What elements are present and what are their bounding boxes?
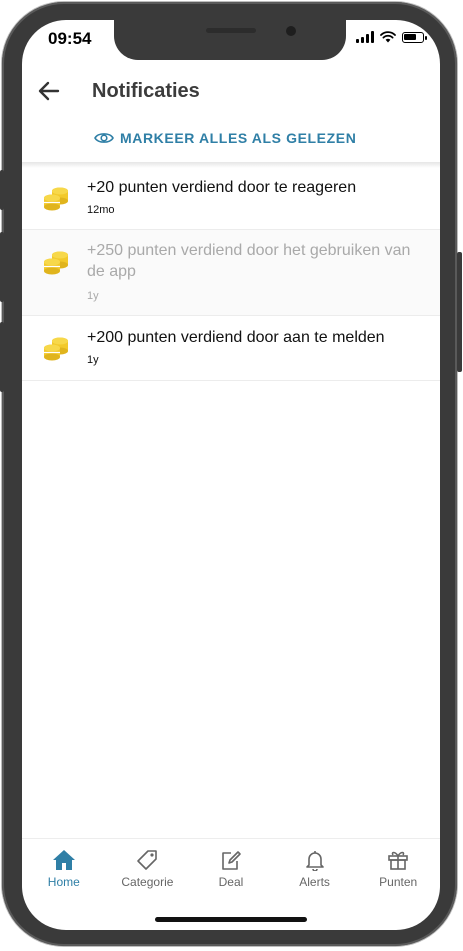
bottom-nav: Home Categorie Deal Alerts Punten bbox=[22, 838, 440, 899]
mark-all-read-label: MARKEER ALLES ALS GELEZEN bbox=[120, 130, 357, 146]
front-camera bbox=[286, 26, 296, 36]
back-button[interactable] bbox=[36, 78, 62, 104]
notch bbox=[114, 20, 346, 60]
power-button bbox=[457, 252, 462, 372]
coins-icon bbox=[44, 337, 68, 361]
notification-time: 1y bbox=[87, 290, 99, 302]
notification-list: +20 punten verdiend door te reageren 12m… bbox=[22, 166, 440, 381]
signal-icon bbox=[356, 31, 374, 43]
nav-item-home[interactable]: Home bbox=[22, 839, 106, 899]
battery-icon bbox=[402, 31, 427, 43]
nav-item-deal[interactable]: Deal bbox=[189, 839, 273, 899]
app-header: Notificaties bbox=[22, 72, 440, 112]
nav-item-punten[interactable]: Punten bbox=[356, 839, 440, 899]
nav-label-alerts: Alerts bbox=[299, 875, 330, 889]
volume-down-button bbox=[0, 322, 4, 392]
speaker bbox=[206, 28, 256, 33]
notification-time: 12mo bbox=[87, 204, 115, 216]
home-indicator[interactable] bbox=[155, 917, 307, 922]
status-time: 09:54 bbox=[48, 29, 92, 48]
notification-item[interactable]: +20 punten verdiend door te reageren 12m… bbox=[22, 166, 440, 230]
nav-item-categorie[interactable]: Categorie bbox=[106, 839, 190, 899]
nav-label-punten: Punten bbox=[379, 875, 418, 889]
nav-label-deal: Deal bbox=[218, 875, 244, 889]
edit-icon bbox=[222, 851, 241, 870]
coins-icon bbox=[44, 187, 68, 211]
volume-up-button bbox=[0, 232, 4, 302]
home-icon bbox=[52, 850, 75, 870]
page-title: Notificaties bbox=[92, 80, 200, 102]
mark-all-read-button[interactable]: MARKEER ALLES ALS GELEZEN bbox=[94, 130, 356, 146]
wifi-icon bbox=[380, 31, 396, 43]
status-icons bbox=[356, 31, 427, 43]
notification-time: 1y bbox=[87, 354, 99, 366]
notification-item[interactable]: +200 punten verdiend door aan te melden … bbox=[22, 316, 440, 381]
notification-item[interactable]: +250 punten verdiend door het gebruiken … bbox=[22, 230, 440, 316]
nav-label-categorie: Categorie bbox=[121, 875, 174, 889]
coins-icon bbox=[44, 251, 68, 275]
nav-item-alerts[interactable]: Alerts bbox=[273, 839, 357, 899]
screen: 09:54 Notificaties MARKEER ALLES ALS GEL… bbox=[22, 20, 440, 930]
notification-text: +20 punten verdiend door te reageren bbox=[87, 179, 357, 196]
bell-icon bbox=[305, 851, 324, 871]
silent-switch bbox=[0, 170, 4, 210]
eye-icon bbox=[94, 133, 114, 143]
notification-text: +200 punten verdiend door aan te melden bbox=[87, 329, 385, 346]
arrow-left-icon bbox=[38, 81, 60, 101]
tag-icon bbox=[137, 850, 158, 870]
nav-label-home: Home bbox=[47, 875, 80, 889]
notification-text: +250 punten verdiend door het gebruiken … bbox=[87, 242, 411, 280]
gift-icon bbox=[388, 851, 408, 870]
